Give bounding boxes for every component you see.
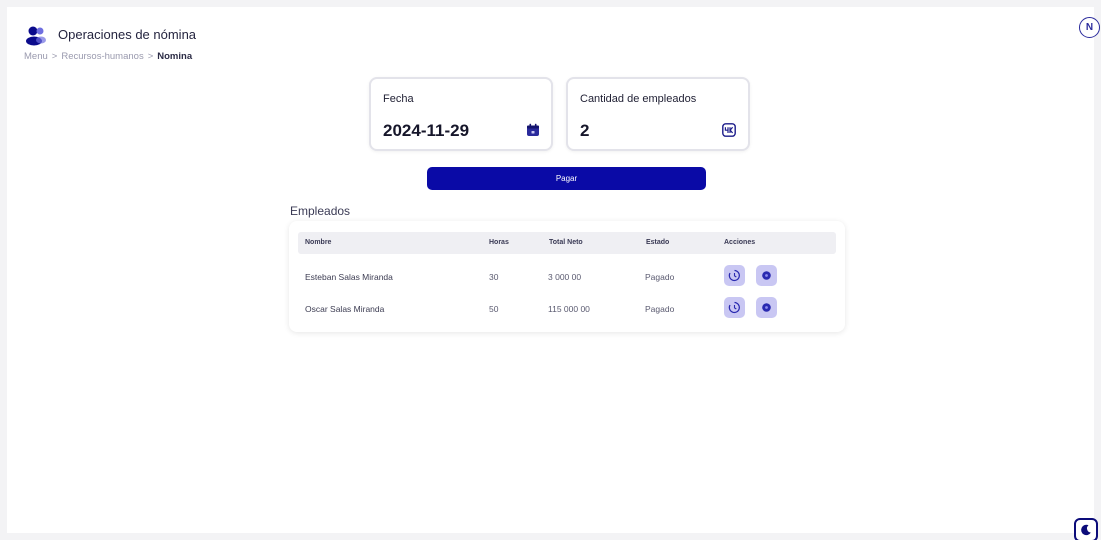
employee-total: 115 000 00 (548, 304, 590, 314)
employee-hours: 30 (489, 272, 499, 282)
employee-hours: 50 (489, 304, 499, 314)
view-icon (762, 271, 771, 280)
history-button[interactable] (724, 297, 745, 318)
user-avatar[interactable]: N (1079, 17, 1100, 38)
history-icon (728, 269, 740, 282)
employee-name: Esteban Salas Miranda (305, 272, 393, 282)
employees-table: Nombre Horas Total Neto Estado Acciones … (289, 221, 845, 332)
breadcrumb: Menu > Recursos-humanos > Nomina (24, 51, 192, 62)
history-icon (728, 301, 740, 314)
empleados-value: 2 (580, 121, 590, 140)
employee-status: Pagado (645, 304, 675, 314)
breadcrumb-item-menu[interactable]: Menu (24, 51, 48, 62)
page-title: Operaciones de nómina (58, 27, 197, 42)
fecha-value: 2024-11-29 (383, 121, 470, 140)
page: Operaciones de nómina Menu > Recursos-huma… (7, 7, 1094, 533)
fecha-card: Fecha 2024-11-29 (369, 77, 553, 151)
calendar-icon[interactable] (526, 123, 540, 137)
theme-toggle-button[interactable] (1074, 518, 1098, 540)
breadcrumb-separator: > (147, 51, 154, 62)
view-button[interactable] (756, 265, 777, 286)
employee-total: 3 000 00 (548, 272, 582, 282)
pay-button[interactable]: Pagar (427, 167, 706, 190)
keyboard-icon (722, 123, 736, 137)
column-header-acciones: Acciones (724, 239, 756, 246)
history-button[interactable] (724, 265, 745, 286)
table-header: Nombre Horas Total Neto Estado Acciones (298, 232, 836, 254)
column-header-total: Total Neto (549, 239, 583, 246)
fecha-label: Fecha (383, 93, 414, 105)
view-icon (762, 303, 771, 312)
column-header-estado: Estado (646, 239, 670, 246)
employees-section-title: Empleados (290, 204, 351, 218)
column-header-nombre: Nombre (305, 239, 332, 246)
view-button[interactable] (756, 297, 777, 318)
user-group-icon (26, 26, 46, 46)
breadcrumb-separator: > (51, 51, 58, 62)
empleados-card: Cantidad de empleados 2 (566, 77, 750, 151)
table-row: Oscar Salas Miranda 50 115 000 00 Pagado (289, 296, 845, 324)
table-row: Esteban Salas Miranda 30 3 000 00 Pagado (289, 264, 845, 292)
column-header-horas: Horas (489, 239, 509, 246)
moon-icon (1081, 524, 1091, 536)
breadcrumb-current: Nomina (157, 51, 193, 62)
empleados-label: Cantidad de empleados (580, 93, 697, 105)
breadcrumb-item-recursos-humanos[interactable]: Recursos-humanos (61, 51, 143, 62)
employee-status: Pagado (645, 272, 675, 282)
employee-name: Oscar Salas Miranda (305, 304, 385, 314)
